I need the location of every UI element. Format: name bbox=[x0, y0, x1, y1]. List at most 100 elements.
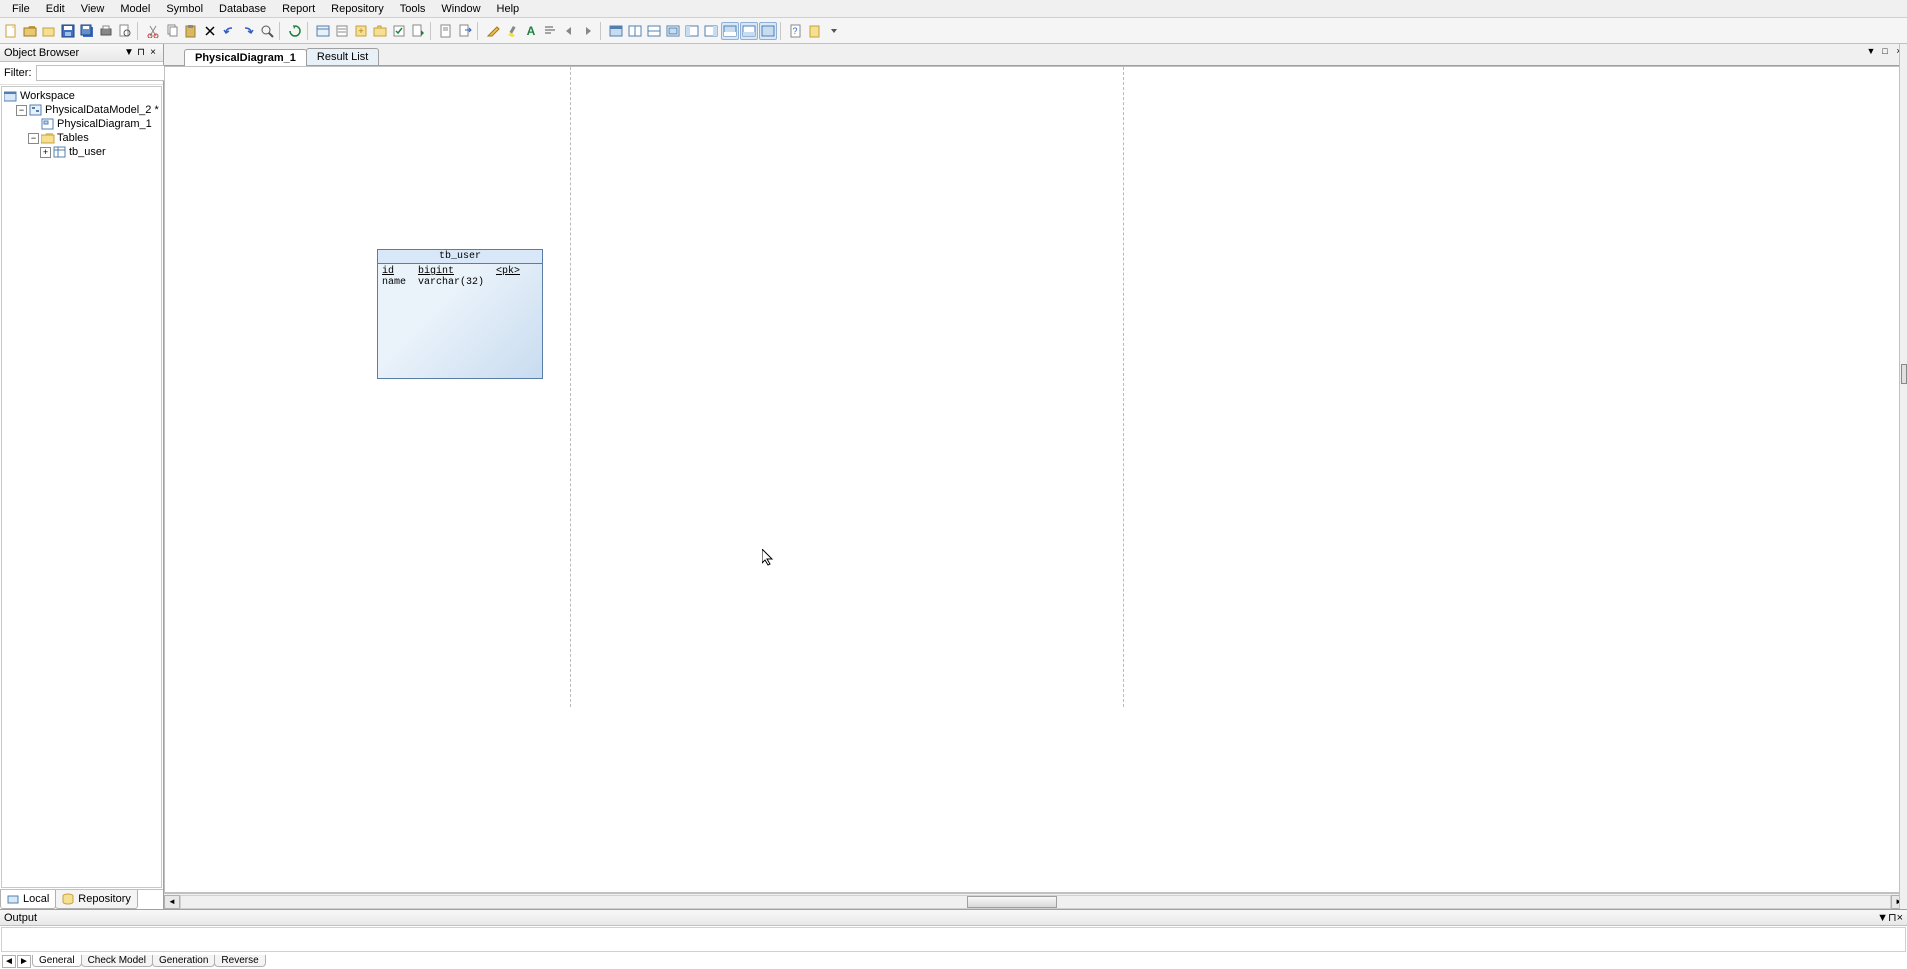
scroll-left-icon[interactable]: ◄ bbox=[164, 895, 180, 909]
object-tree[interactable]: Workspace − PhysicalDataModel_2 * Physic… bbox=[1, 86, 162, 888]
output-tab-reverse[interactable]: Reverse bbox=[214, 955, 265, 967]
tree-diagram[interactable]: PhysicalDiagram_1 bbox=[4, 117, 159, 131]
panel-dropdown-icon[interactable]: ▼ bbox=[123, 47, 135, 58]
output-pin-icon[interactable]: ⊓ bbox=[1888, 911, 1897, 924]
workspace-icon bbox=[4, 90, 18, 102]
output-panel: Output ▼ ⊓ × ◄ ► General Check Model Gen… bbox=[0, 909, 1907, 969]
menu-report[interactable]: Report bbox=[274, 3, 323, 15]
tab-physical-diagram[interactable]: PhysicalDiagram_1 bbox=[184, 49, 307, 66]
window4-icon[interactable] bbox=[664, 22, 682, 40]
output-content[interactable] bbox=[1, 927, 1906, 952]
right-grip-icon[interactable] bbox=[1901, 364, 1907, 384]
copy-icon[interactable] bbox=[163, 22, 181, 40]
paste-icon[interactable] bbox=[182, 22, 200, 40]
tree-table-item[interactable]: + tb_user bbox=[4, 145, 159, 159]
tree-tables-label: Tables bbox=[57, 132, 89, 144]
output-close-icon[interactable]: × bbox=[1897, 912, 1903, 924]
tab-repository[interactable]: Repository bbox=[55, 890, 138, 909]
menu-tools[interactable]: Tools bbox=[392, 3, 434, 15]
scroll-thumb[interactable] bbox=[967, 896, 1057, 908]
edit-icon[interactable] bbox=[484, 22, 502, 40]
generate-icon[interactable] bbox=[409, 22, 427, 40]
undo-icon[interactable] bbox=[220, 22, 238, 40]
window6-icon[interactable] bbox=[702, 22, 720, 40]
output-tab-check-model[interactable]: Check Model bbox=[81, 955, 153, 967]
svg-text:+: + bbox=[358, 26, 363, 36]
toolbar: + A ? bbox=[0, 18, 1907, 44]
highlight-icon[interactable] bbox=[503, 22, 521, 40]
open-project-icon[interactable] bbox=[21, 22, 39, 40]
panel-close-icon[interactable]: × bbox=[147, 47, 159, 58]
window8-icon[interactable] bbox=[740, 22, 758, 40]
menu-file[interactable]: File bbox=[4, 3, 38, 15]
menu-help[interactable]: Help bbox=[489, 3, 528, 15]
output-tab-next-icon[interactable]: ► bbox=[17, 955, 31, 968]
cut-icon[interactable] bbox=[144, 22, 162, 40]
col-name: name bbox=[382, 277, 410, 288]
tab-result-list[interactable]: Result List bbox=[306, 48, 379, 65]
open-icon[interactable] bbox=[40, 22, 58, 40]
new-icon[interactable] bbox=[2, 22, 20, 40]
diagram-canvas[interactable]: tb_user id bigint <pk> name varchar(32) bbox=[164, 66, 1907, 893]
panel-pin-icon[interactable]: ⊓ bbox=[135, 47, 147, 58]
delete-icon[interactable] bbox=[201, 22, 219, 40]
tab-menu-icon[interactable]: ▼ bbox=[1865, 46, 1877, 58]
new-package-icon[interactable] bbox=[371, 22, 389, 40]
list-icon[interactable] bbox=[333, 22, 351, 40]
redo-icon[interactable] bbox=[239, 22, 257, 40]
font-icon[interactable]: A bbox=[522, 22, 540, 40]
expand-icon[interactable]: + bbox=[40, 147, 51, 158]
menu-repository[interactable]: Repository bbox=[323, 3, 392, 15]
find-icon[interactable] bbox=[258, 22, 276, 40]
tree-model-label: PhysicalDataModel_2 * bbox=[45, 104, 159, 116]
output-dropdown-icon[interactable]: ▼ bbox=[1877, 912, 1888, 924]
tree-tables-folder[interactable]: − Tables bbox=[4, 131, 159, 145]
check-model-icon[interactable] bbox=[390, 22, 408, 40]
about-icon[interactable] bbox=[806, 22, 824, 40]
print-icon[interactable] bbox=[97, 22, 115, 40]
tab-local[interactable]: Local bbox=[0, 890, 56, 909]
saveall-icon[interactable] bbox=[78, 22, 96, 40]
save-icon[interactable] bbox=[59, 22, 77, 40]
menu-window[interactable]: Window bbox=[433, 3, 488, 15]
forward-icon[interactable] bbox=[579, 22, 597, 40]
entity-table[interactable]: tb_user id bigint <pk> name varchar(32) bbox=[377, 249, 543, 379]
output-tab-generation[interactable]: Generation bbox=[152, 955, 215, 967]
window5-icon[interactable] bbox=[683, 22, 701, 40]
print-preview-icon[interactable] bbox=[116, 22, 134, 40]
output-tab-prev-icon[interactable]: ◄ bbox=[2, 955, 16, 968]
local-icon bbox=[7, 893, 21, 905]
window1-icon[interactable] bbox=[607, 22, 625, 40]
model-icon bbox=[29, 104, 43, 116]
properties-icon[interactable] bbox=[314, 22, 332, 40]
back-icon[interactable] bbox=[560, 22, 578, 40]
menu-view[interactable]: View bbox=[73, 3, 113, 15]
menu-database[interactable]: Database bbox=[211, 3, 274, 15]
window9-icon[interactable] bbox=[759, 22, 777, 40]
window3-icon[interactable] bbox=[645, 22, 663, 40]
output-tab-general[interactable]: General bbox=[32, 955, 82, 967]
tab-local-label: Local bbox=[23, 893, 49, 905]
menu-model[interactable]: Model bbox=[112, 3, 158, 15]
report-icon[interactable] bbox=[437, 22, 455, 40]
tree-table-label: tb_user bbox=[69, 146, 106, 158]
horizontal-scrollbar[interactable]: ◄ ► bbox=[164, 893, 1907, 909]
right-edge bbox=[1899, 44, 1907, 909]
tree-workspace[interactable]: Workspace bbox=[4, 89, 159, 103]
dropdown-icon[interactable] bbox=[825, 22, 843, 40]
help-icon[interactable]: ? bbox=[787, 22, 805, 40]
window2-icon[interactable] bbox=[626, 22, 644, 40]
menu-symbol[interactable]: Symbol bbox=[158, 3, 211, 15]
export-icon[interactable] bbox=[456, 22, 474, 40]
collapse-icon[interactable]: − bbox=[28, 133, 39, 144]
window7-icon[interactable] bbox=[721, 22, 739, 40]
tree-model[interactable]: − PhysicalDataModel_2 * bbox=[4, 103, 159, 117]
new-model-icon[interactable]: + bbox=[352, 22, 370, 40]
tab-maximize-icon[interactable]: □ bbox=[1879, 46, 1891, 58]
scroll-track[interactable] bbox=[180, 895, 1891, 909]
filter-input[interactable] bbox=[36, 65, 184, 81]
menu-edit[interactable]: Edit bbox=[38, 3, 73, 15]
collapse-icon[interactable]: − bbox=[16, 105, 27, 116]
refresh-icon[interactable] bbox=[286, 22, 304, 40]
align-left-icon[interactable] bbox=[541, 22, 559, 40]
